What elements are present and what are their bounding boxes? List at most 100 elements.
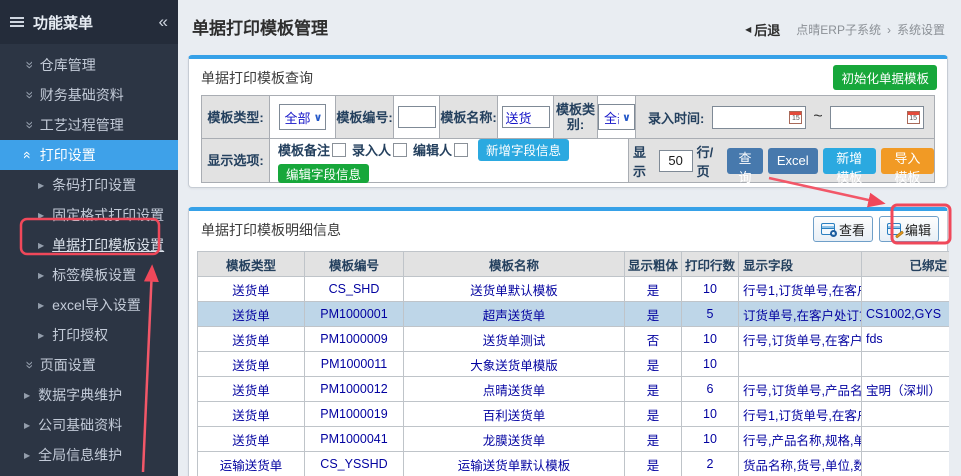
query-action-buttons: 查询Excel新增模板导入模板 [727,148,934,174]
sidebar-header: 功能菜单 « [0,0,178,44]
sidebar-item-label: 数据字典维护 [38,385,122,405]
column-header[interactable]: 显示粗体 [625,252,682,277]
arrow-right-icon: ▶ [38,241,44,250]
column-header[interactable]: 打印行数 [682,252,739,277]
back-arrow-icon: ◀ [745,25,751,34]
chevron-double-up-icon: « [21,151,35,159]
table-row[interactable]: 送货单PM1000001超声送货单是5订货单号,在客户处订货CS1002,GYS [198,302,950,327]
table-row[interactable]: 送货单PM1000012点晴送货单是6行号,订货单号,产品名宝明（深圳） [198,377,950,402]
sidebar-item-doc-print-template[interactable]: ▶单据打印模板设置 [0,230,178,260]
sidebar-item-barcode-print[interactable]: ▶条码打印设置 [0,170,178,200]
column-header[interactable]: 模板编号 [305,252,404,277]
table-row[interactable]: 送货单PM1000011大象送货单模版是10 [198,352,950,377]
table-cell [862,352,950,377]
sidebar-item-label: 打印授权 [52,325,108,345]
edit-button[interactable]: 编辑 [879,216,939,242]
query-form-row-1: 模板类型: 全部 ∨ 模板编号: 模板名称: 模 [202,96,934,138]
arrow-right-icon: ▶ [38,301,44,310]
sidebar-item-excel-import[interactable]: ▶excel导入设置 [0,290,178,320]
column-header[interactable]: 显示字段 [739,252,862,277]
table-cell: 宝明（深圳） [862,377,950,402]
sidebar-item-print-settings[interactable]: «打印设置 [0,140,178,170]
checkbox-option-2[interactable] [454,143,468,157]
search-button[interactable]: 查询 [727,148,763,174]
back-button[interactable]: ◀ 后退 [745,20,780,39]
table-cell: 10 [682,402,739,427]
breadcrumb-parent[interactable]: 点晴ERP子系统 [796,21,881,38]
table-cell: 超声送货单 [404,302,625,327]
sidebar-item-print-auth[interactable]: ▶打印授权 [0,320,178,350]
column-header[interactable]: 已绑定 [862,252,950,277]
add-field-info-button[interactable]: 新增字段信息 [478,139,569,161]
table-cell: PM1000001 [305,302,404,327]
table-cell: 订货单号,在客户处订货 [739,302,862,327]
rows-unit-label: 行/页 [697,142,722,180]
table-row[interactable]: 送货单PM1000009送货单测试否10行号,订货单号,在客户fds [198,327,950,352]
column-header[interactable]: 模板名称 [404,252,625,277]
template-type-value: 全部 [285,108,311,127]
table-cell [739,352,862,377]
range-separator: ~ [813,108,822,126]
template-category-select[interactable]: 全部 ∨ [598,104,635,130]
table-cell: 10 [682,277,739,302]
template-name-label: 模板名称: [440,96,498,138]
sidebar-item-process-mgmt[interactable]: «工艺过程管理 [0,110,178,140]
table-cell [862,452,950,476]
template-name-input[interactable] [502,106,550,128]
table-cell [862,427,950,452]
sidebar-item-global-info[interactable]: ▶全局信息维护 [0,440,178,470]
collapse-sidebar-icon[interactable]: « [159,12,168,32]
checkbox-option-0[interactable] [332,143,346,157]
sidebar-item-finance-base[interactable]: «财务基础资料 [0,80,178,110]
view-button[interactable]: 查看 [813,216,873,242]
table-cell: 是 [625,377,682,402]
edit-field-info-button[interactable]: 编辑字段信息 [278,164,369,183]
breadcrumb-current[interactable]: 系统设置 [897,21,945,38]
rows-per-page-input[interactable] [659,150,693,172]
template-no-label: 模板编号: [336,96,394,138]
table-row[interactable]: 送货单PM1000041龙膜送货单是10行号,产品名称,规格,单 [198,427,950,452]
calendar-icon[interactable]: 15 [789,111,802,124]
sidebar-item-company-base[interactable]: ▶公司基础资料 [0,410,178,440]
import-template-button[interactable]: 导入模板 [881,148,934,174]
magnifier-icon [830,230,837,237]
table-cell [862,402,950,427]
template-no-input[interactable] [398,106,436,128]
detail-panel-title: 单据打印模板明细信息 [201,220,341,240]
template-type-select[interactable]: 全部 ∨ [279,104,327,130]
sidebar-item-label: 财务基础资料 [40,85,124,105]
excel-button[interactable]: Excel [768,148,818,174]
main-content: 单据打印模板管理 ◀ 后退 点晴ERP子系统 › 系统设置 单据打印模板查询 初… [178,0,961,476]
table-row[interactable]: 运输送货单CS_YSSHD运输送货单默认模板是2货品名称,货号,单位,数 [198,452,950,476]
table-cell: 10 [682,327,739,352]
column-header[interactable]: 模板类型 [198,252,305,277]
chevron-down-icon: ∨ [622,111,631,124]
table-cell: 是 [625,352,682,377]
add-template-button[interactable]: 新增模板 [823,148,876,174]
table-row[interactable]: 送货单CS_SHD送货单默认模板是10行号1,订货单号,在客户 [198,277,950,302]
template-type-label: 模板类型: [202,96,270,138]
init-template-button[interactable]: 初始化单据模板 [833,65,937,90]
sidebar-item-label: 仓库管理 [40,55,96,75]
option-label: 编辑人 [413,140,452,159]
table-header-row: 模板类型模板编号模板名称显示粗体打印行数显示字段已绑定 [198,252,950,277]
chevron-down-icon: ∨ [314,111,323,124]
sidebar-item-data-dictionary[interactable]: ▶数据字典维护 [0,380,178,410]
table-cell: PM1000019 [305,402,404,427]
sidebar-item-warehouse[interactable]: «仓库管理 [0,50,178,80]
table-cell: 是 [625,452,682,476]
view-table-icon [821,223,835,235]
detail-panel: 单据打印模板明细信息 查看 编辑 模板类型模板编号模板名称显示粗体打印行数显示字… [188,207,948,476]
menu-icon[interactable] [10,17,24,27]
template-category-label: 模板类别: [554,96,598,138]
sidebar-item-fixed-format-print[interactable]: ▶固定格式打印设置 [0,200,178,230]
query-form: 模板类型: 全部 ∨ 模板编号: 模板名称: 模 [201,95,935,183]
sidebar-menu: «仓库管理«财务基础资料«工艺过程管理«打印设置▶条码打印设置▶固定格式打印设置… [0,50,178,470]
sidebar-item-label-template[interactable]: ▶标签模板设置 [0,260,178,290]
sidebar-item-page-settings[interactable]: «页面设置 [0,350,178,380]
sidebar-item-label: 条码打印设置 [52,175,136,195]
sidebar: 功能菜单 « «仓库管理«财务基础资料«工艺过程管理«打印设置▶条码打印设置▶固… [0,0,178,476]
table-row[interactable]: 送货单PM1000019百利送货单是10行号1,订货单号,在客户 [198,402,950,427]
checkbox-option-1[interactable] [393,143,407,157]
calendar-icon[interactable]: 15 [907,111,920,124]
